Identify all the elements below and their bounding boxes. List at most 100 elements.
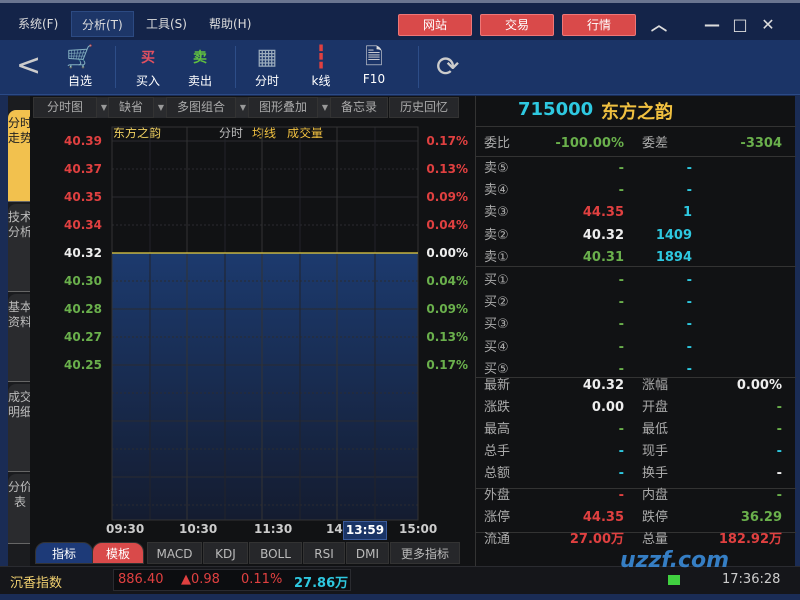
tab-rsi[interactable]: RSI [303,542,345,564]
tab-dmi[interactable]: DMI [346,542,389,564]
buy-level-row: 买① - - [476,270,786,292]
stat-label: 总额 [484,466,511,481]
clock: 17:36:28 [722,572,781,587]
close-icon[interactable]: ✕ [754,12,782,38]
index-pct: 0.11% [241,572,283,587]
level-volume: - [686,161,692,176]
trade-button[interactable]: 交易 [480,14,554,36]
y-tick-label: 40.30 [64,274,102,288]
stat-label: 涨幅 [642,378,669,393]
buy-level-row: 买③ - - [476,314,786,336]
minimize-icon[interactable]: — [698,12,726,38]
stat-value: - [618,422,624,437]
y-pct-label: 0.17% [426,358,468,372]
stat-row: 外盘 - 内盘 - [476,485,786,507]
price-area-fill [112,253,418,520]
market-button[interactable]: 行情 [562,14,636,36]
tab-boll[interactable]: BOLL [249,542,302,564]
y-pct-label: 0.17% [426,134,468,148]
stat-label: 涨跌 [484,400,511,415]
watermark-logo: uzzf.com [620,548,730,573]
stat-label: 最高 [484,422,511,437]
y-tick-label: 40.34 [64,218,102,232]
tab-indicators[interactable]: 指标 [35,542,93,564]
stat-label: 总手 [484,444,511,459]
stat-label: 流通 [484,532,511,547]
stat-value: 0.00 [591,400,624,415]
y-pct-label: 0.13% [426,162,468,176]
stat-label: 涨停 [484,510,511,525]
stat-row: 总额 - 换手 - [476,463,786,485]
collapse-icon[interactable]: ︿ [645,12,673,38]
level-label: 买④ [484,339,509,355]
level-label: 买③ [484,317,509,333]
stock-name: 东方之韵 [601,102,673,123]
level-label: 卖② [484,227,509,243]
index-value: 886.40 [118,572,164,587]
weibi-label: 委比 [484,136,511,151]
level-volume: - [686,295,692,311]
weicha-value: -3304 [740,136,782,151]
level-label: 买② [484,295,509,311]
level-price: 44.35 [582,205,624,221]
index-name[interactable]: 沉香指数 [10,572,62,591]
y-pct-label: 0.04% [426,218,468,232]
stat-label: 外盘 [484,488,511,503]
stat-value: - [618,466,624,481]
level-volume: - [686,273,692,288]
divider [476,156,796,157]
weicha-label: 委差 [642,136,669,151]
sell-level-row: 卖② 40.32 1409 [476,225,786,247]
x-tick-label: 09:30 [106,522,145,536]
y-tick-label: 40.27 [64,330,102,344]
level-price: - [618,317,624,333]
stat-value: 36.29 [740,510,782,525]
stat-value: 40.32 [582,378,624,393]
level-price: - [618,295,624,311]
divider [476,266,796,267]
stat-value: 27.00万 [569,532,624,547]
buy-level-row: 买② - - [476,292,786,314]
tab-kdj[interactable]: KDJ [203,542,248,564]
y-pct-label: 0.09% [426,190,468,204]
level-volume: 1 [682,205,692,221]
stat-value: - [618,488,624,503]
stat-value: 44.35 [582,510,624,525]
stat-value: - [618,444,624,459]
y-tick-label: 40.28 [64,302,102,316]
stat-row: 最新 40.32 涨幅 0.00% [476,375,786,397]
x-tick-label: 11:30 [254,522,293,536]
level-price: - [618,339,624,355]
y-tick-label: 40.39 [64,134,102,148]
stat-label: 跌停 [642,510,669,525]
stat-label: 内盘 [642,488,669,503]
buy-level-row: 买④ - - [476,337,786,359]
y-tick-label: 40.37 [64,162,102,176]
stat-value: - [776,422,782,437]
stat-row: 最高 - 最低 - [476,419,786,441]
stat-label: 开盘 [642,400,669,415]
y-pct-label: 0.13% [426,330,468,344]
stat-value: - [776,466,782,481]
stock-code: 715000 [518,99,594,120]
stat-label: 最低 [642,422,669,437]
y-tick-label: 40.35 [64,190,102,204]
y-pct-label: 0.09% [426,302,468,316]
level-volume: 1409 [655,227,692,243]
sell-level-row: 卖⑤ - - [476,158,786,180]
tab-more-indicators[interactable]: 更多指标 [390,542,460,564]
tab-templates[interactable]: 模板 [92,542,144,564]
maximize-icon[interactable]: □ [726,12,754,38]
level-volume: - [686,339,692,355]
tab-macd[interactable]: MACD [147,542,202,564]
stat-row: 总手 - 现手 - [476,441,786,463]
sell-level-row: 卖④ - - [476,180,786,202]
level-price: - [618,183,624,199]
y-tick-label: 40.32 [64,246,102,260]
stat-value: - [776,444,782,459]
stat-value: - [776,488,782,503]
stat-label: 现手 [642,444,669,459]
level-label: 卖④ [484,183,509,199]
y-tick-label: 40.25 [64,358,102,372]
index-volume: 27.86万 [294,576,349,591]
